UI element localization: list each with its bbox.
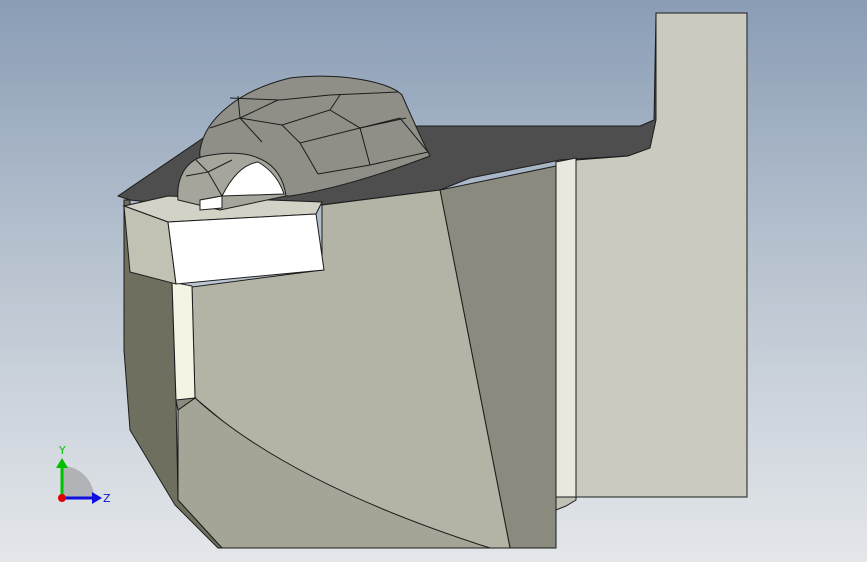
axis-triad[interactable]: Y Z xyxy=(40,436,115,511)
bottom-step-face[interactable] xyxy=(555,496,577,511)
x-axis-dot xyxy=(58,494,66,502)
z-axis-label: Z xyxy=(103,492,111,505)
z-axis-arrow xyxy=(92,492,102,504)
cad-model[interactable] xyxy=(0,0,867,562)
y-axis-label: Y xyxy=(58,444,66,457)
triad-quadrant xyxy=(62,466,94,498)
right-flange-face[interactable] xyxy=(575,12,748,498)
left-light-strip[interactable] xyxy=(171,281,196,411)
y-axis-arrow xyxy=(56,458,68,468)
3d-viewport[interactable]: Y Z xyxy=(0,0,867,562)
fillet-strip[interactable] xyxy=(555,157,577,498)
